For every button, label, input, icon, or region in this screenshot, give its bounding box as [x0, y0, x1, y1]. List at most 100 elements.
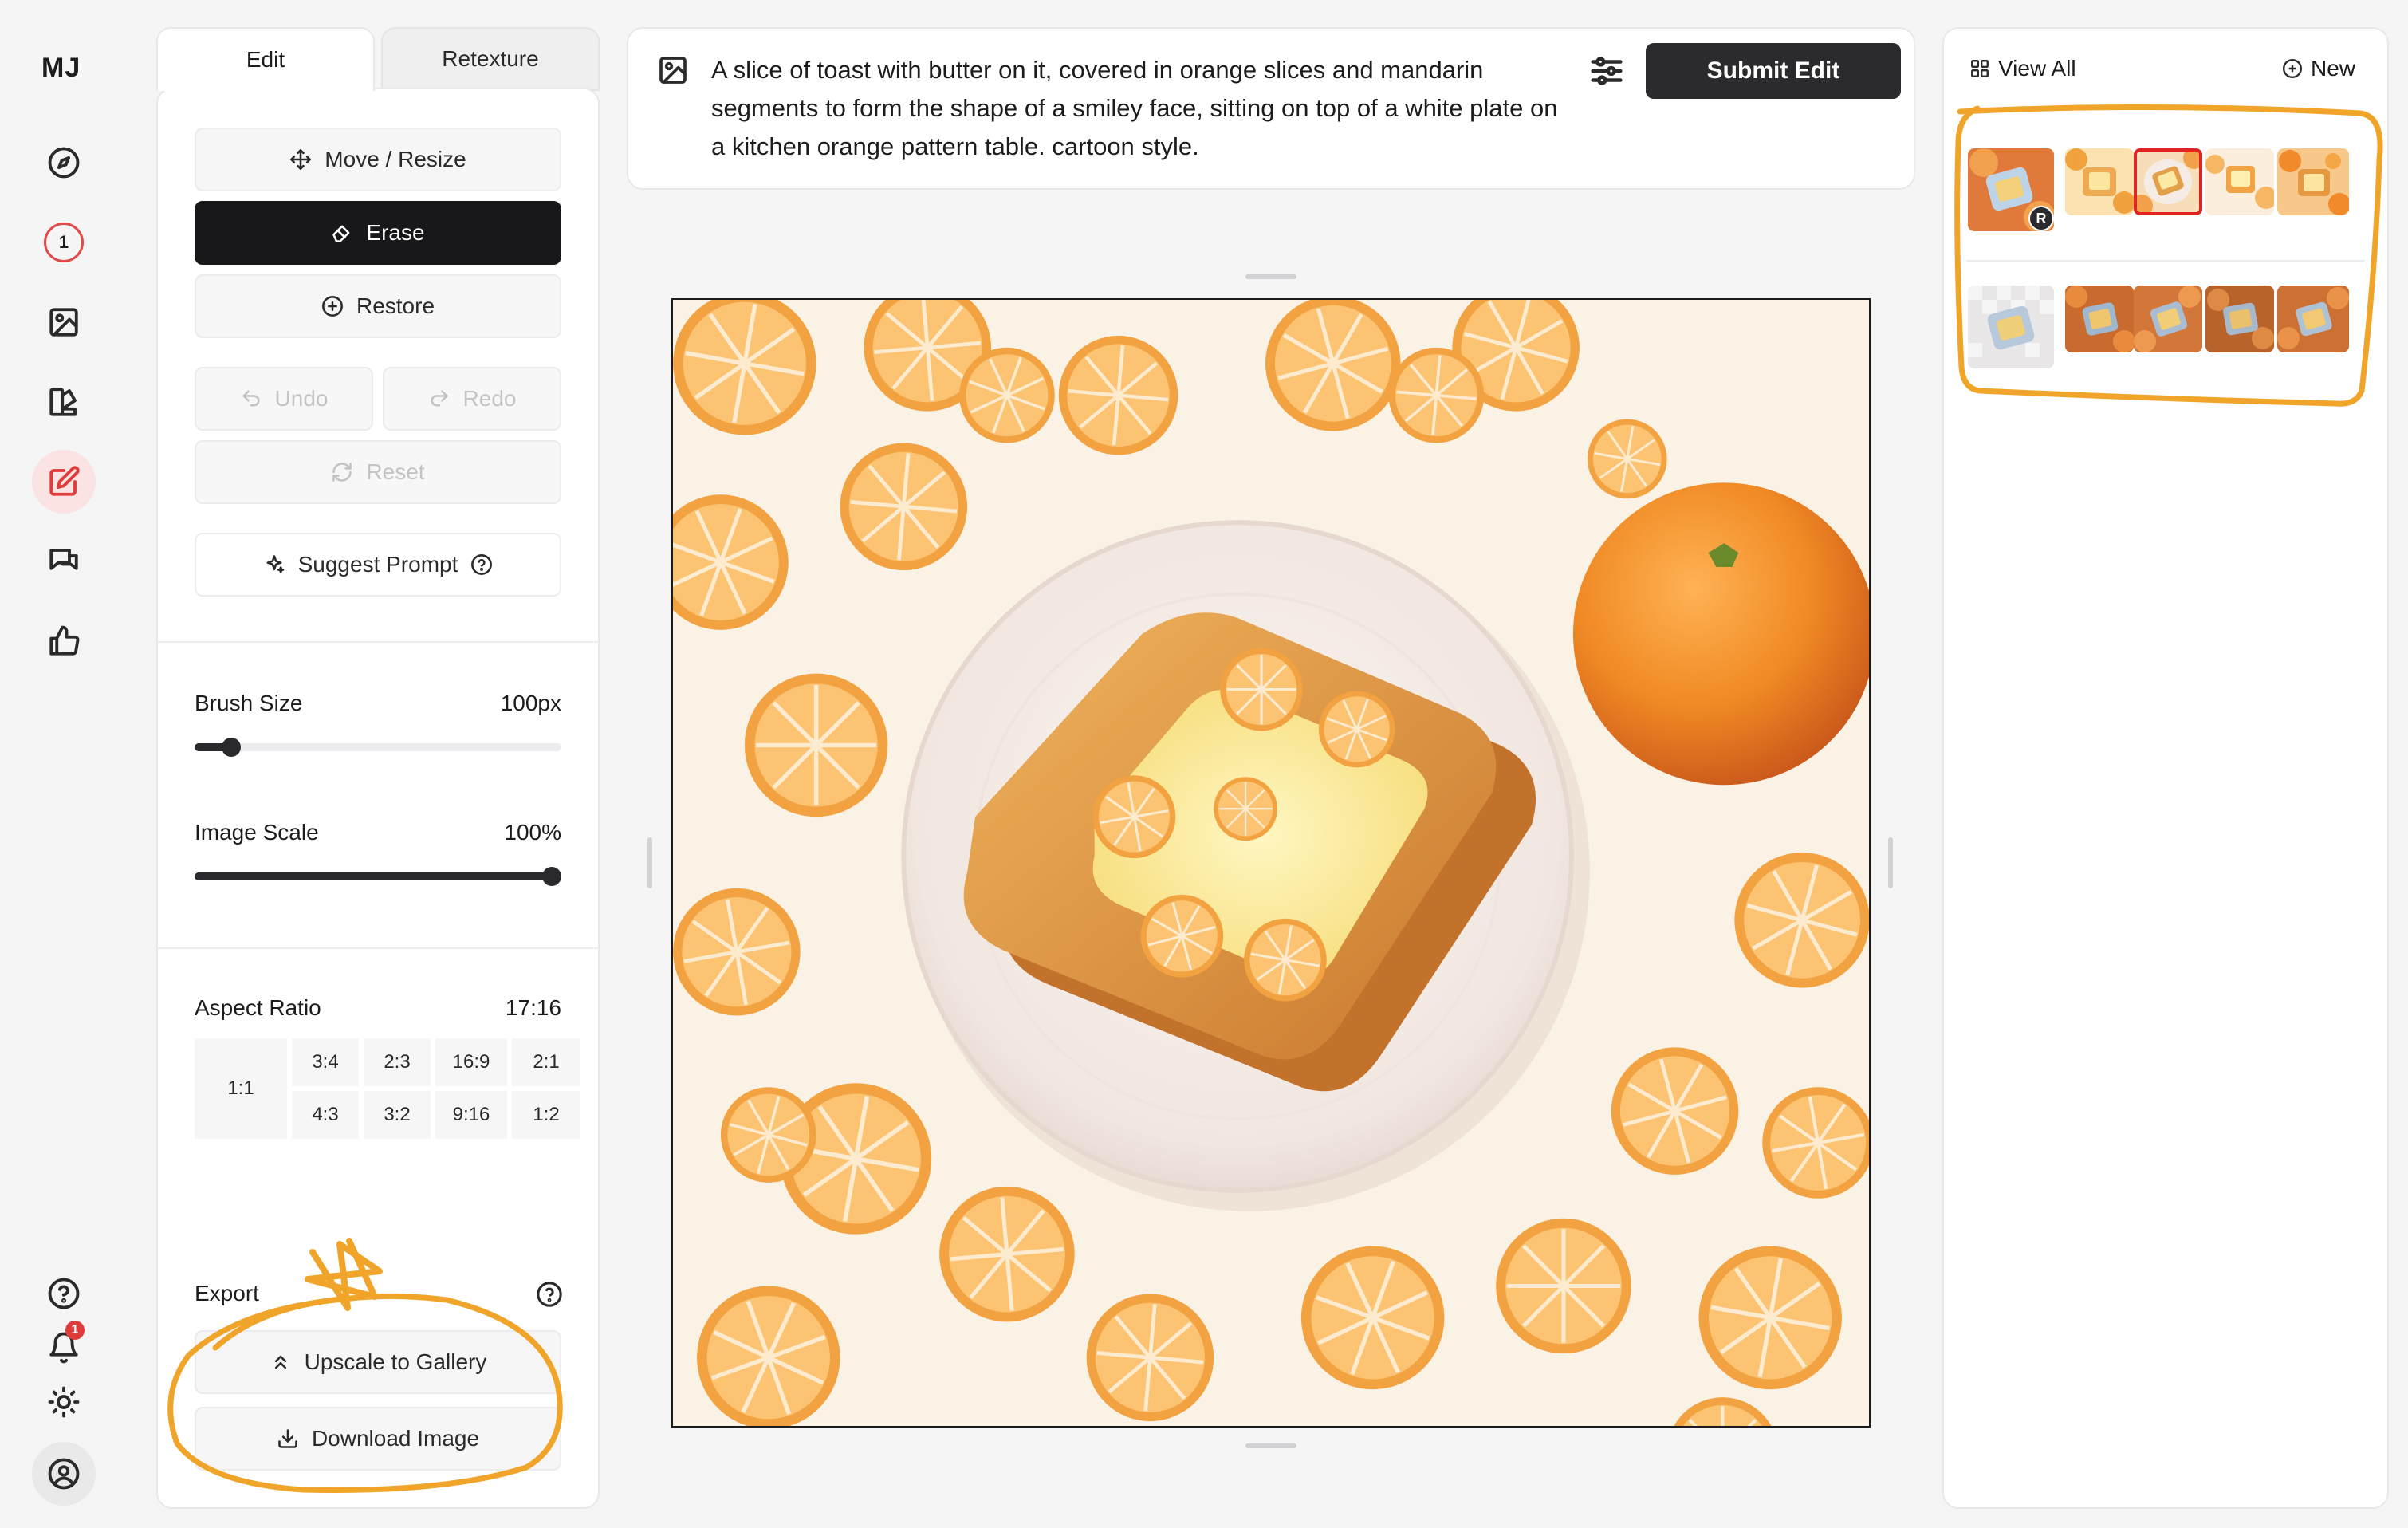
gallery-thumb[interactable] [2065, 286, 2134, 352]
chevrons-up-icon [274, 1355, 286, 1369]
gallery-thumb-selected[interactable] [2134, 148, 2202, 215]
canvas-resize-handle-right[interactable] [1888, 837, 1893, 888]
image-prompt-icon[interactable] [657, 54, 689, 86]
brush-size-value: 100px [500, 691, 561, 715]
reset-icon [332, 463, 352, 482]
aspect-option[interactable]: 4:3 [292, 1091, 359, 1139]
nav-rail: MJ 1 1 [0, 0, 129, 1528]
image-scale-fill [195, 872, 553, 880]
edit-icon[interactable] [32, 450, 96, 514]
export-help-icon[interactable] [536, 1281, 563, 1308]
canvas-resize-handle-top[interactable] [1245, 274, 1296, 279]
mandarin-slice [1220, 648, 1303, 731]
sun-icon[interactable] [32, 1370, 96, 1434]
prompt-input[interactable]: A slice of toast with butter on it, cove… [711, 51, 1566, 166]
new-label: New [2311, 56, 2356, 81]
redo-label: Redo [462, 386, 517, 411]
submit-edit-button[interactable]: Submit Edit [1646, 43, 1901, 99]
app-logo[interactable]: MJ [41, 53, 81, 84]
gallery-thumb[interactable] [2277, 286, 2349, 352]
mandarin-slice [1214, 777, 1277, 841]
panel-divider [158, 641, 598, 643]
restore-button[interactable]: Restore [195, 274, 561, 338]
gallery-thumb[interactable] [2134, 286, 2202, 352]
badge-number: 1 [44, 223, 84, 262]
gallery-thumb[interactable] [2205, 148, 2274, 215]
gallery-thumb[interactable] [2065, 148, 2134, 215]
image-scale-label: Image Scale [195, 820, 319, 845]
undo-label: Undo [274, 386, 329, 411]
suggest-prompt-button[interactable]: Suggest Prompt [195, 533, 561, 597]
redo-button[interactable]: Redo [383, 367, 561, 431]
edit-canvas[interactable] [671, 298, 1871, 1428]
gallery-thumb[interactable] [2205, 286, 2274, 352]
redo-icon [430, 390, 448, 407]
aspect-ratio-label: Aspect Ratio [195, 995, 321, 1020]
download-icon [278, 1429, 297, 1448]
aspect-option[interactable]: 3:4 [292, 1038, 359, 1086]
eraser-icon [332, 225, 350, 242]
plus-circle-icon [2282, 58, 2303, 79]
gallery-reference-thumb[interactable] [1968, 286, 2054, 368]
orange-slice [744, 673, 888, 817]
erase-button[interactable]: Erase [195, 201, 561, 265]
info-icon[interactable] [470, 553, 493, 576]
move-resize-button[interactable]: Move / Resize [195, 128, 561, 191]
aspect-option[interactable]: 3:2 [364, 1091, 431, 1139]
aspect-option[interactable]: 1:1 [195, 1038, 287, 1139]
undo-button[interactable]: Undo [195, 367, 373, 431]
brush-size-label: Brush Size [195, 691, 303, 715]
gallery-thumb[interactable] [2277, 148, 2349, 215]
tab-retexture[interactable]: Retexture [381, 27, 600, 91]
restore-label: Restore [356, 293, 435, 318]
chat-icon[interactable] [32, 530, 96, 593]
generated-image [673, 300, 1869, 1426]
aspect-option[interactable]: 2:3 [364, 1038, 431, 1086]
export-label: Export [195, 1281, 259, 1305]
reference-badge: R [2028, 206, 2054, 231]
aspect-option[interactable]: 2:1 [512, 1038, 580, 1086]
whole-orange [1572, 482, 1869, 786]
move-icon [290, 149, 312, 170]
compass-icon[interactable] [32, 131, 96, 195]
plus-circle-icon [322, 296, 343, 317]
brush-size-handle[interactable] [222, 738, 241, 757]
canvas-resize-handle-bottom[interactable] [1245, 1443, 1296, 1448]
reset-button[interactable]: Reset [195, 440, 561, 504]
undo-icon [242, 390, 260, 407]
settings-sliders-icon[interactable] [1588, 53, 1625, 89]
aspect-option[interactable]: 9:16 [435, 1091, 507, 1139]
upscale-to-gallery-button[interactable]: Upscale to Gallery [195, 1330, 561, 1394]
view-all-label: View All [1998, 56, 2076, 81]
erase-label: Erase [366, 220, 425, 245]
aspect-option[interactable]: 1:2 [512, 1091, 580, 1139]
numbered-badge-icon[interactable]: 1 [32, 211, 96, 274]
aspect-option[interactable]: 16:9 [435, 1038, 507, 1086]
view-all-button[interactable]: View All [1969, 56, 2076, 81]
grid-icon [1971, 60, 1989, 77]
panel-divider [158, 947, 598, 949]
brush-size-slider[interactable] [195, 738, 561, 757]
aspect-ratio-grid: 1:1 3:4 2:3 16:9 2:1 4:3 3:2 9:16 1:2 [195, 1038, 580, 1139]
notification-count: 1 [65, 1321, 85, 1340]
new-button[interactable]: New [2282, 56, 2355, 81]
download-image-button[interactable]: Download Image [195, 1407, 561, 1471]
canvas-resize-handle-left[interactable] [647, 837, 652, 888]
gallery-divider [1966, 260, 2365, 262]
download-label: Download Image [311, 1426, 480, 1451]
image-scale-value: 100% [504, 820, 561, 845]
account-icon[interactable] [32, 1442, 96, 1506]
sparkle-icon [266, 555, 284, 573]
suggest-prompt-label: Suggest Prompt [297, 552, 458, 577]
aspect-ratio-value: 17:16 [505, 995, 561, 1020]
move-resize-label: Move / Resize [325, 147, 466, 171]
image-icon[interactable] [32, 290, 96, 354]
brush-palette-icon[interactable] [32, 370, 96, 434]
image-scale-slider[interactable] [195, 867, 562, 886]
image-scale-handle[interactable] [542, 867, 562, 886]
tab-edit[interactable]: Edit [156, 27, 375, 91]
gallery-panel [1942, 27, 2389, 1509]
reset-label: Reset [366, 459, 425, 484]
upscale-label: Upscale to Gallery [304, 1349, 487, 1374]
thumbs-up-icon[interactable] [32, 609, 96, 673]
